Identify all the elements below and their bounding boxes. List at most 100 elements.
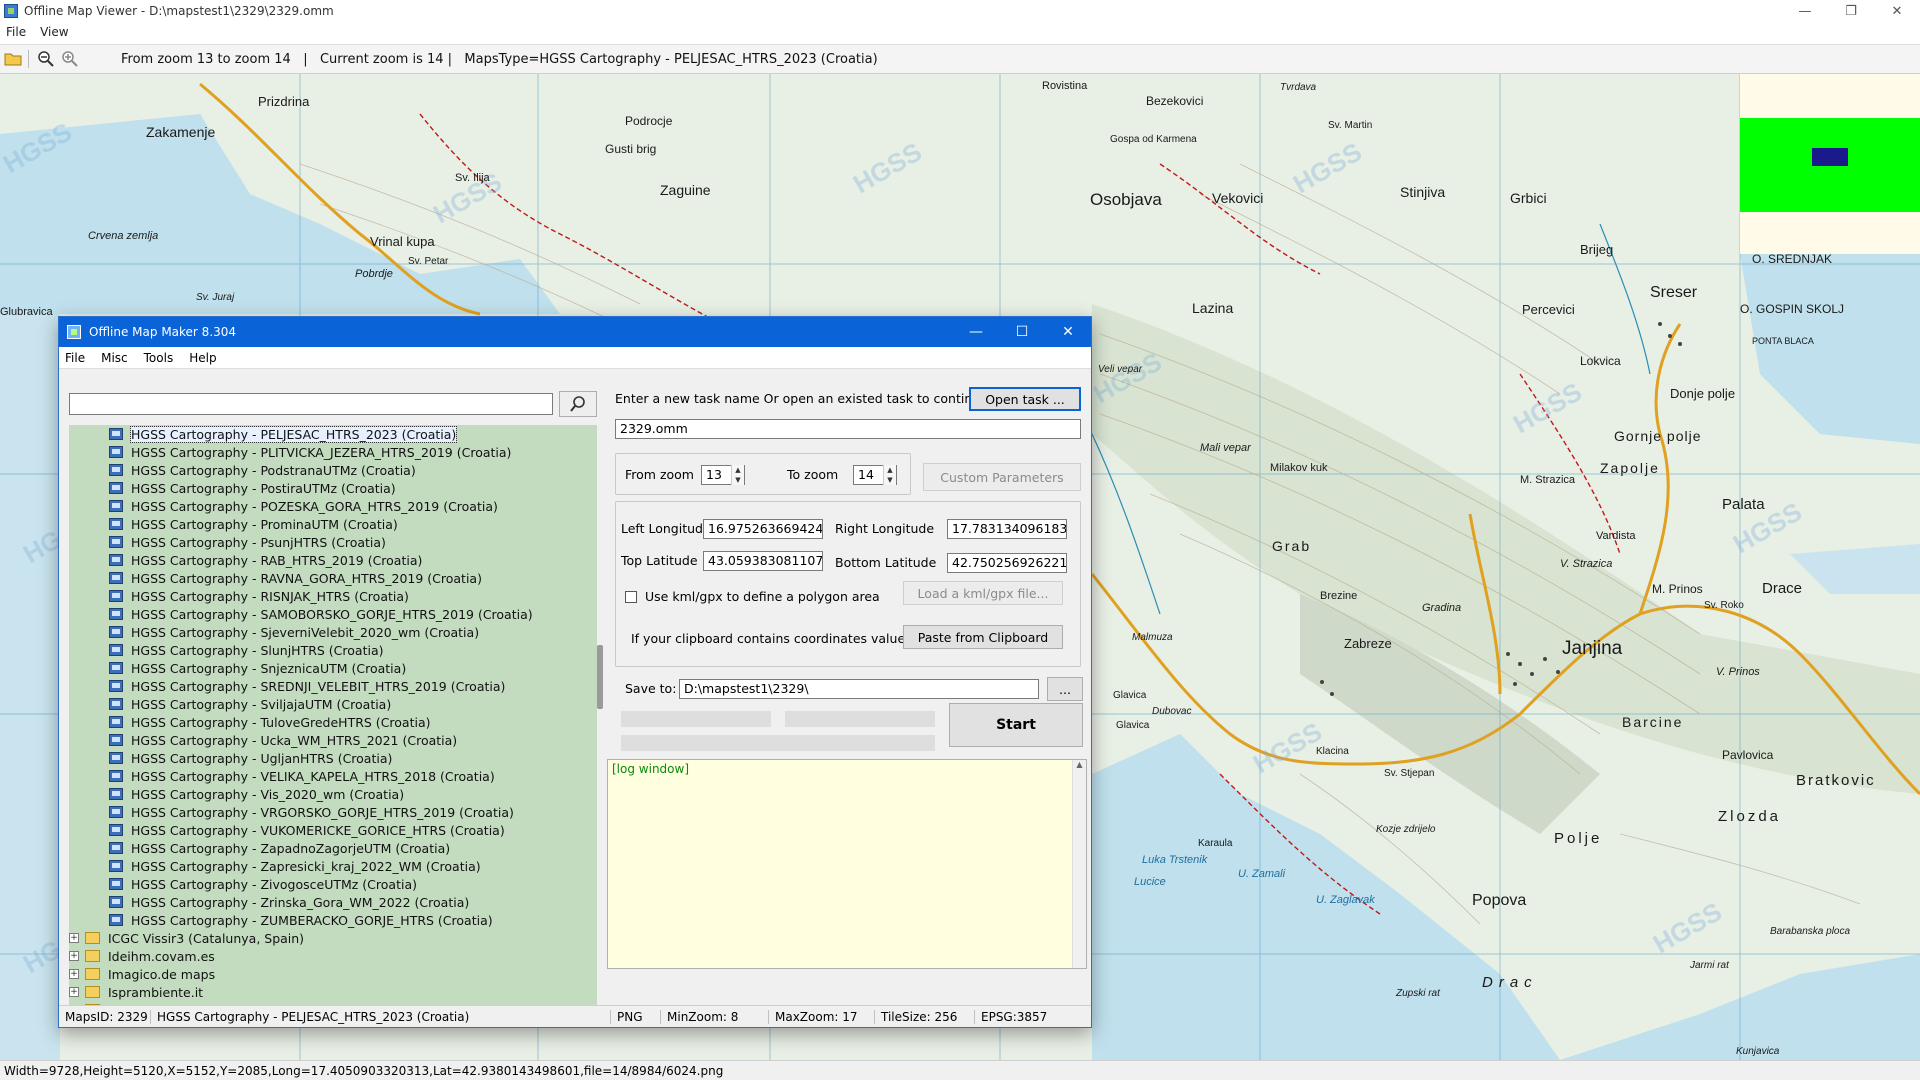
- tree-item[interactable]: HGSS Cartography - RISNJAK_HTRS (Croatia…: [69, 587, 597, 605]
- tree-folder[interactable]: + ICGC Vissir3 (Catalunya, Spain): [69, 929, 597, 947]
- tree-item[interactable]: HGSS Cartography - TuloveGredeHTRS (Croa…: [69, 713, 597, 731]
- restore-icon[interactable]: ❐: [1828, 0, 1874, 22]
- tree-folder[interactable]: + Imagico.de maps: [69, 965, 597, 983]
- tree-item[interactable]: HGSS Cartography - UgljanHTRS (Croatia): [69, 749, 597, 767]
- tree-item[interactable]: HGSS Cartography - SnjeznicaUTM (Croatia…: [69, 659, 597, 677]
- status-maps-id: MapsID: 2329: [59, 1009, 151, 1024]
- map-search-input[interactable]: [69, 393, 553, 415]
- map-label: Drace: [1762, 580, 1803, 597]
- close-icon[interactable]: ✕: [1874, 0, 1920, 22]
- tree-item-label: HGSS Cartography - PostiraUTMz (Croatia): [131, 480, 396, 496]
- tree-item[interactable]: HGSS Cartography - Vis_2020_wm (Croatia): [69, 785, 597, 803]
- tree-item-label: HGSS Cartography - ZivogosceUTMz (Croati…: [131, 876, 417, 892]
- minimap-viewport[interactable]: [1812, 148, 1848, 166]
- tree-item[interactable]: HGSS Cartography - Zapresicki_kraj_2022_…: [69, 857, 597, 875]
- load-kml-button[interactable]: Load a kml/gpx file...: [903, 581, 1063, 605]
- use-kml-checkbox[interactable]: [625, 591, 637, 603]
- expand-icon[interactable]: +: [69, 933, 79, 943]
- tree-item[interactable]: HGSS Cartography - SviljajaUTM (Croatia): [69, 695, 597, 713]
- dialog-title: Offline Map Maker 8.304: [89, 325, 237, 339]
- top-latitude-label: Top Latitude: [621, 553, 698, 568]
- tree-item[interactable]: HGSS Cartography - PLITVICKA_JEZERA_HTRS…: [69, 443, 597, 461]
- expand-icon[interactable]: +: [69, 951, 79, 961]
- map-label: V. Prinos: [1716, 666, 1760, 678]
- map-label: Donje polje: [1670, 386, 1736, 401]
- tree-item[interactable]: HGSS Cartography - Ucka_WM_HTRS_2021 (Cr…: [69, 731, 597, 749]
- tree-item[interactable]: HGSS Cartography - ProminaUTM (Croatia): [69, 515, 597, 533]
- expand-icon[interactable]: +: [69, 969, 79, 979]
- tree-item[interactable]: HGSS Cartography - POZESKA_GORA_HTRS_201…: [69, 497, 597, 515]
- map-label: Glubravica: [0, 306, 53, 318]
- dialog-menu-help[interactable]: Help: [189, 351, 216, 365]
- tree-item[interactable]: HGSS Cartography - SlunjHTRS (Croatia): [69, 641, 597, 659]
- tree-item[interactable]: HGSS Cartography - SjeverniVelebit_2020_…: [69, 623, 597, 641]
- viewer-toolbar: From zoom 13 to zoom 14 | Current zoom i…: [0, 44, 1920, 74]
- map-layer-icon: [109, 734, 123, 746]
- browse-button[interactable]: ...: [1047, 677, 1083, 701]
- maximize-icon[interactable]: ☐: [999, 317, 1045, 347]
- open-task-button[interactable]: Open task ...: [969, 387, 1081, 411]
- tree-item[interactable]: HGSS Cartography - ZUMBERACKO_GORJE_HTRS…: [69, 911, 597, 929]
- map-label: Vekovici: [1212, 190, 1264, 206]
- save-path-input[interactable]: D:\mapstest1\2329\: [679, 679, 1039, 699]
- open-folder-icon[interactable]: [2, 48, 24, 70]
- left-longitude-input[interactable]: 16.9752636694243: [703, 519, 823, 539]
- zoom-in-icon[interactable]: [59, 48, 81, 70]
- map-source-tree[interactable]: HGSS Cartography - PELJESAC_HTRS_2023 (C…: [69, 425, 597, 1017]
- tree-item-label: HGSS Cartography - Ucka_WM_HTRS_2021 (Cr…: [131, 732, 458, 748]
- map-label: Sv. Petar: [408, 256, 449, 267]
- tree-item[interactable]: HGSS Cartography - ZapadnoZagorjeUTM (Cr…: [69, 839, 597, 857]
- toolbar-separator: [28, 50, 29, 68]
- map-layer-icon: [109, 428, 123, 440]
- dialog-menu-misc[interactable]: Misc: [101, 351, 128, 365]
- top-latitude-input[interactable]: 43.0593830811079: [703, 551, 823, 571]
- tree-item[interactable]: HGSS Cartography - VUKOMERICKE_GORICE_HT…: [69, 821, 597, 839]
- map-label: Vrinal kupa: [370, 234, 435, 249]
- dialog-titlebar: Offline Map Maker 8.304 — ☐ ✕: [59, 317, 1091, 347]
- log-scrollbar[interactable]: ▲: [1072, 760, 1086, 968]
- custom-parameters-button[interactable]: Custom Parameters: [923, 463, 1081, 491]
- tree-item[interactable]: HGSS Cartography - PELJESAC_HTRS_2023 (C…: [69, 425, 597, 443]
- map-label: Kunjavica: [1736, 1046, 1780, 1057]
- tree-item[interactable]: HGSS Cartography - VRGORSKO_GORJE_HTRS_2…: [69, 803, 597, 821]
- log-window[interactable]: [log window] ▲: [607, 759, 1087, 969]
- folder-icon: [85, 968, 100, 980]
- tree-item[interactable]: HGSS Cartography - VELIKA_KAPELA_HTRS_20…: [69, 767, 597, 785]
- tree-item[interactable]: HGSS Cartography - Zrinska_Gora_WM_2022 …: [69, 893, 597, 911]
- close-icon[interactable]: ✕: [1045, 317, 1091, 347]
- use-kml-label: Use kml/gpx to define a polygon area: [645, 589, 880, 604]
- expand-icon[interactable]: +: [69, 987, 79, 997]
- menu-view[interactable]: View: [40, 25, 68, 39]
- map-label: Crvena zemlja: [88, 230, 159, 242]
- folder-icon: [85, 932, 100, 944]
- tree-item[interactable]: HGSS Cartography - PsunjHTRS (Croatia): [69, 533, 597, 551]
- to-zoom-spinner[interactable]: ▲ ▼: [883, 465, 896, 485]
- search-button[interactable]: [559, 391, 597, 417]
- dialog-menu-tools[interactable]: Tools: [144, 351, 174, 365]
- bottom-latitude-input[interactable]: 42.7502569262213: [947, 553, 1067, 573]
- right-longitude-input[interactable]: 17.7831340961831: [947, 519, 1067, 539]
- tree-item[interactable]: HGSS Cartography - SREDNJI_VELEBIT_HTRS_…: [69, 677, 597, 695]
- task-name-input[interactable]: 2329.omm: [615, 419, 1081, 439]
- start-button[interactable]: Start: [949, 703, 1083, 747]
- tree-folder[interactable]: + Ideihm.covam.es: [69, 947, 597, 965]
- status-min-zoom: MinZoom: 8: [661, 1009, 769, 1024]
- zoom-out-icon[interactable]: [35, 48, 57, 70]
- from-zoom-spinner[interactable]: ▲ ▼: [731, 465, 744, 485]
- dialog-menu-file[interactable]: File: [65, 351, 85, 365]
- tree-item[interactable]: HGSS Cartography - PodstranaUTMz (Croati…: [69, 461, 597, 479]
- tree-item-label: HGSS Cartography - VRGORSKO_GORJE_HTRS_2…: [131, 804, 514, 820]
- tree-item[interactable]: HGSS Cartography - PostiraUTMz (Croatia): [69, 479, 597, 497]
- tree-folder[interactable]: + Isprambiente.it: [69, 983, 597, 1001]
- tree-item[interactable]: HGSS Cartography - RAVNA_GORA_HTRS_2019 …: [69, 569, 597, 587]
- tree-item[interactable]: HGSS Cartography - SAMOBORSKO_GORJE_HTRS…: [69, 605, 597, 623]
- tree-item-label: HGSS Cartography - Zrinska_Gora_WM_2022 …: [131, 894, 470, 910]
- minimize-icon[interactable]: —: [953, 317, 999, 347]
- tree-item[interactable]: HGSS Cartography - ZivogosceUTMz (Croati…: [69, 875, 597, 893]
- minimize-icon[interactable]: —: [1782, 0, 1828, 22]
- menu-file[interactable]: File: [6, 25, 26, 39]
- tree-item[interactable]: HGSS Cartography - RAB_HTRS_2019 (Croati…: [69, 551, 597, 569]
- paste-clipboard-button[interactable]: Paste from Clipboard: [903, 625, 1063, 649]
- tree-scrollbar[interactable]: [597, 645, 603, 709]
- overview-minimap[interactable]: [1740, 74, 1920, 254]
